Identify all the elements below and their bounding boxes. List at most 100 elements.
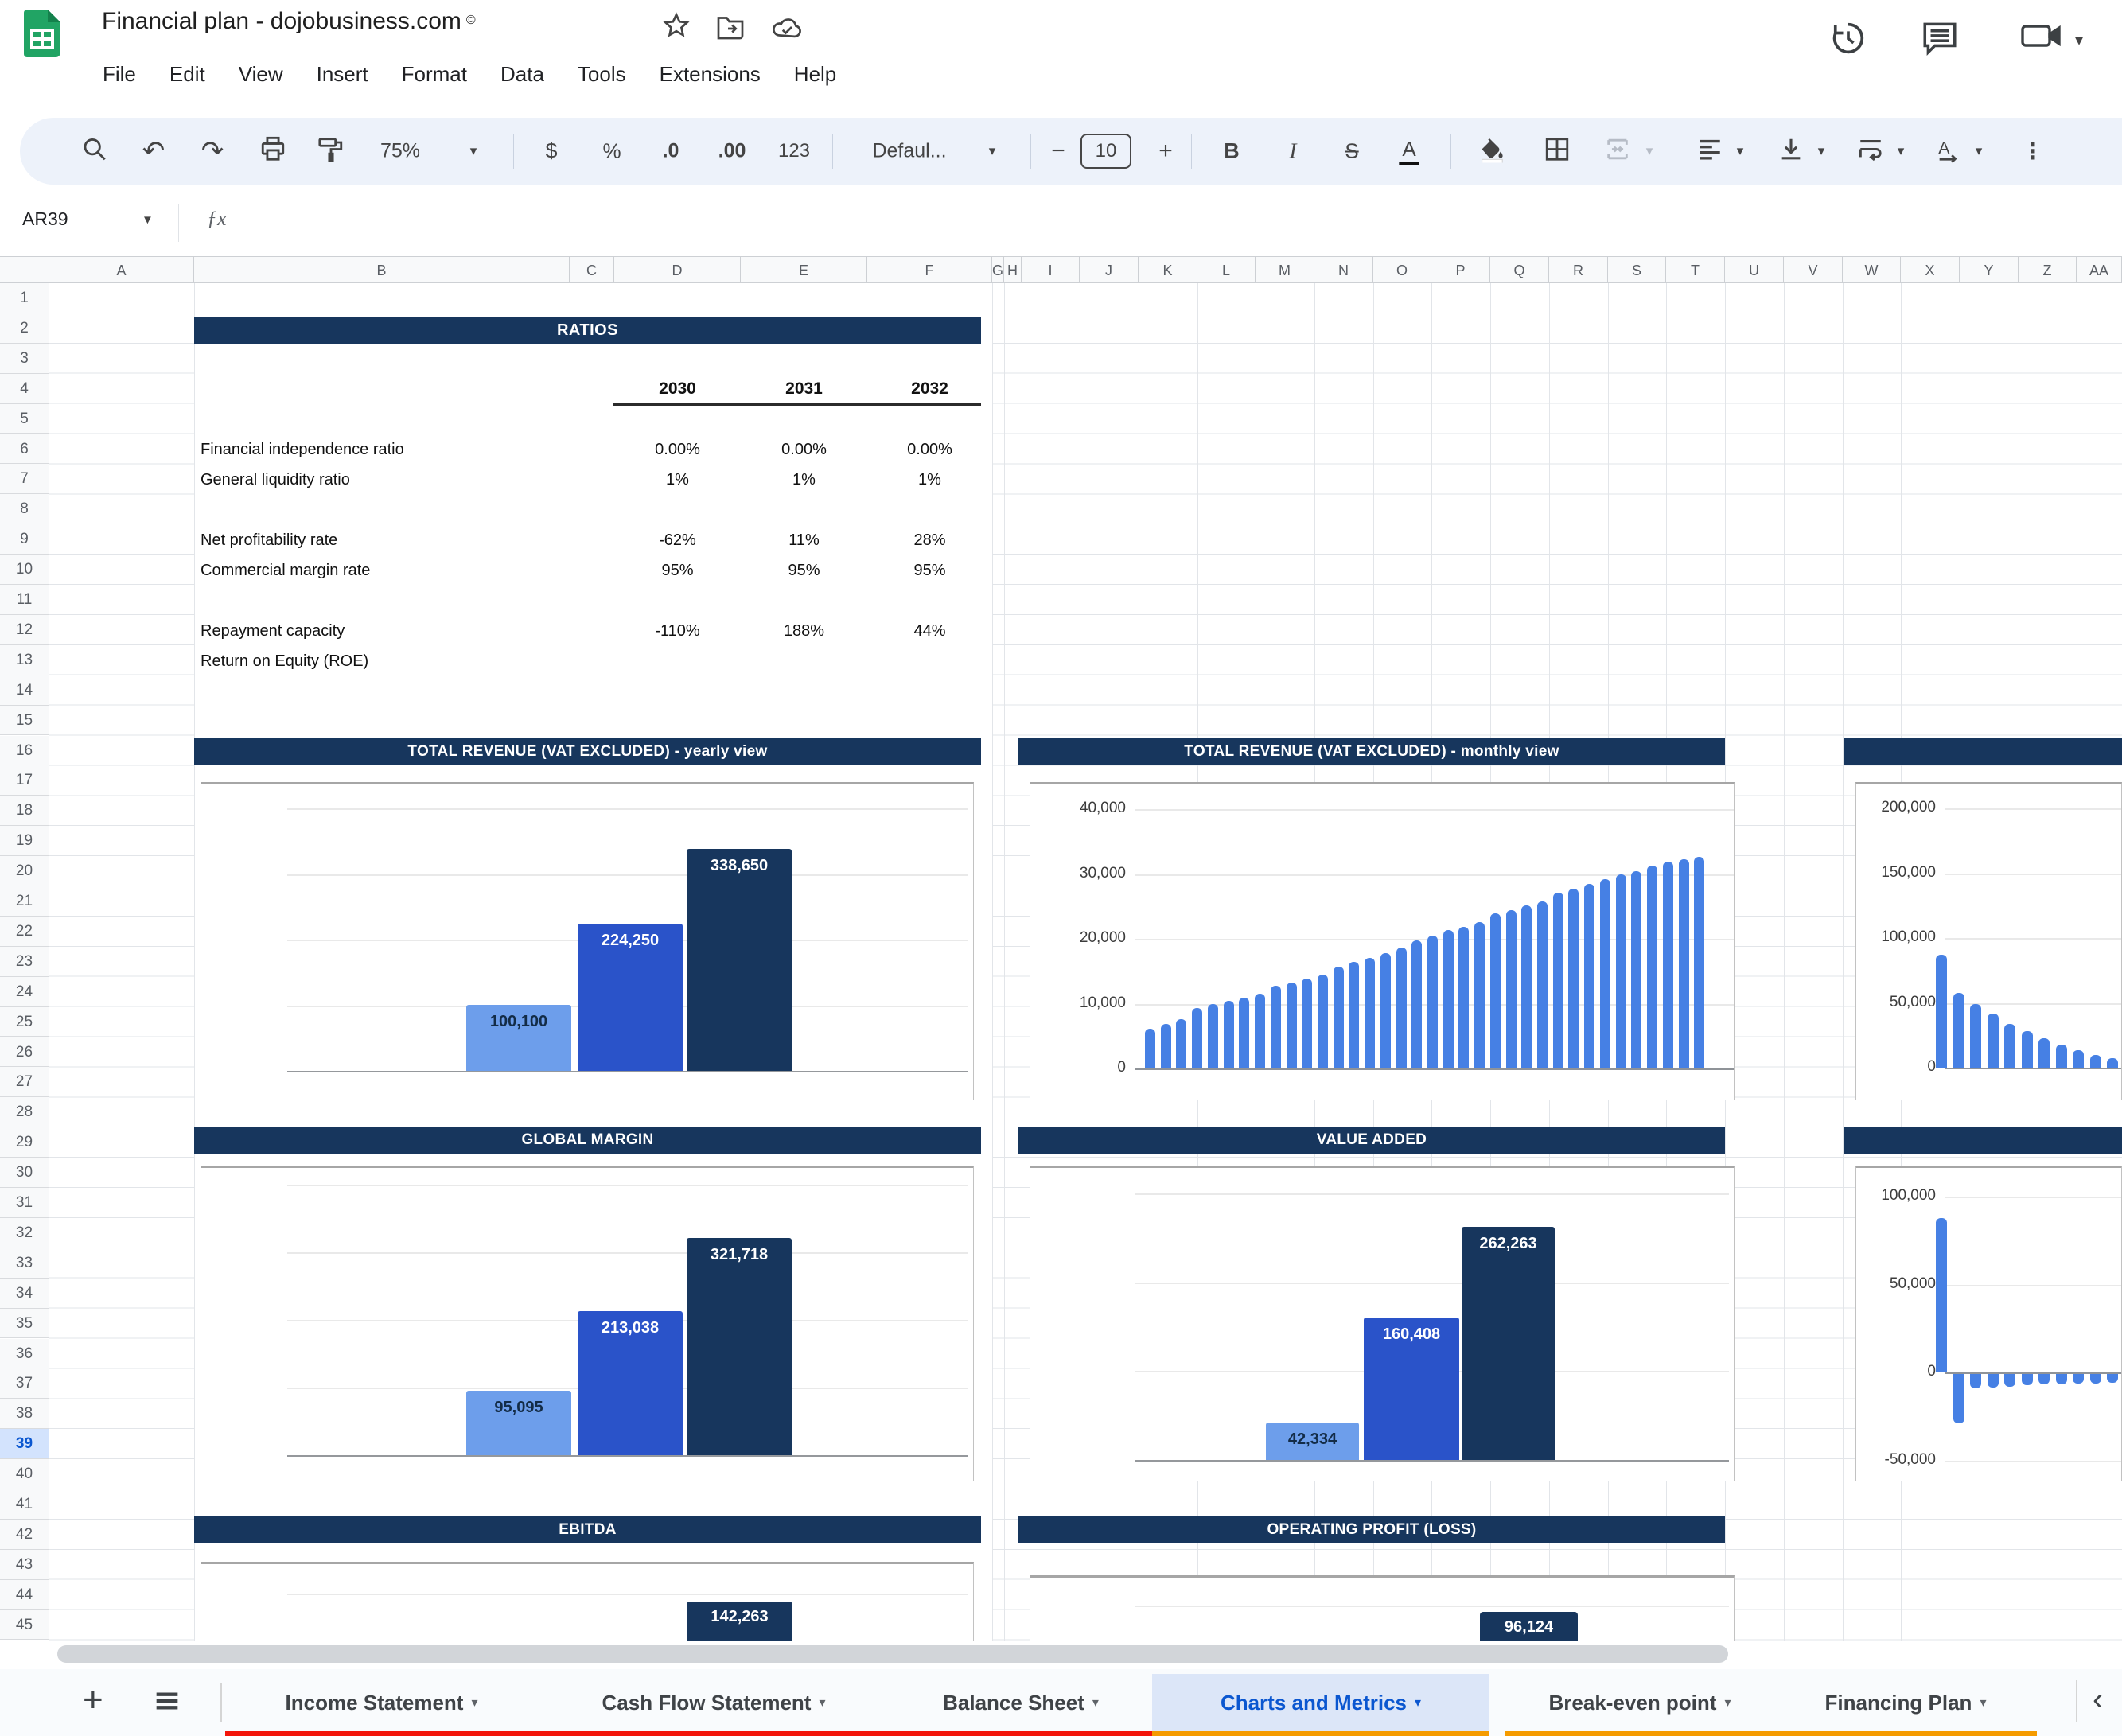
- column-header-T[interactable]: T: [1666, 256, 1725, 283]
- column-header-O[interactable]: O: [1373, 256, 1431, 283]
- row-header-43[interactable]: 43: [0, 1550, 49, 1580]
- chart-global_margin[interactable]: 95,095213,038321,718: [201, 1166, 974, 1481]
- row-header-14[interactable]: 14: [0, 675, 49, 706]
- row-header-9[interactable]: 9: [0, 524, 49, 555]
- column-header-M[interactable]: M: [1256, 256, 1314, 283]
- chart-total_revenue_monthly[interactable]: 40,00030,00020,00010,0000: [1030, 782, 1735, 1100]
- decrease-decimal-button[interactable]: .0: [663, 140, 679, 163]
- row-header-15[interactable]: 15: [0, 706, 49, 736]
- row-header-34[interactable]: 34: [0, 1279, 49, 1309]
- sheet-tab-balance-sheet[interactable]: Balance Sheet▾: [890, 1669, 1152, 1736]
- text-rotation-icon[interactable]: A: [1935, 136, 1962, 167]
- row-header-25[interactable]: 25: [0, 1007, 49, 1037]
- comments-icon[interactable]: [1920, 18, 1960, 61]
- increase-font-size-button[interactable]: +: [1158, 138, 1173, 165]
- column-header-X[interactable]: X: [1901, 256, 1960, 283]
- zoom-caret-icon[interactable]: ▾: [470, 143, 477, 159]
- video-call-icon[interactable]: [2021, 18, 2062, 58]
- sheet-tab-income-statement[interactable]: Income Statement▾: [225, 1669, 538, 1736]
- row-header-30[interactable]: 30: [0, 1158, 49, 1188]
- sheet-tab-caret-icon[interactable]: ▾: [819, 1695, 825, 1711]
- name-box[interactable]: AR39: [22, 208, 68, 230]
- column-header-U[interactable]: U: [1725, 256, 1784, 283]
- strikethrough-button[interactable]: S: [1345, 139, 1358, 164]
- row-header-45[interactable]: 45: [0, 1610, 49, 1641]
- menu-help[interactable]: Help: [777, 57, 853, 91]
- menu-extensions[interactable]: Extensions: [643, 57, 777, 91]
- text-wrap-icon[interactable]: [1857, 136, 1884, 167]
- row-header-24[interactable]: 24: [0, 977, 49, 1007]
- row-header-44[interactable]: 44: [0, 1580, 49, 1610]
- more-formats-button[interactable]: 123: [778, 140, 810, 162]
- more-toolbar-icon[interactable]: ⋮: [2022, 138, 2044, 165]
- menu-view[interactable]: View: [222, 57, 300, 91]
- text-color-button[interactable]: A: [1399, 137, 1419, 165]
- row-header-19[interactable]: 19: [0, 826, 49, 856]
- column-header-W[interactable]: W: [1843, 256, 1901, 283]
- column-header-J[interactable]: J: [1080, 256, 1139, 283]
- column-header-A[interactable]: A: [49, 256, 194, 283]
- chart-ebitda[interactable]: 142,263: [201, 1562, 974, 1641]
- chart-revenue_top_right[interactable]: 200,000150,000100,00050,0000: [1855, 782, 2122, 1100]
- column-header-L[interactable]: L: [1197, 256, 1256, 283]
- column-header-C[interactable]: C: [570, 256, 614, 283]
- bold-button[interactable]: B: [1224, 139, 1240, 164]
- sheet-tab-caret-icon[interactable]: ▾: [1415, 1695, 1421, 1711]
- row-header-13[interactable]: 13: [0, 645, 49, 675]
- row-header-41[interactable]: 41: [0, 1489, 49, 1520]
- column-header-N[interactable]: N: [1314, 256, 1373, 283]
- document-title[interactable]: Financial plan - dojobusiness.com: [102, 8, 461, 34]
- column-header-I[interactable]: I: [1022, 256, 1080, 283]
- column-header-H[interactable]: H: [1004, 256, 1022, 283]
- column-header-Z[interactable]: Z: [2019, 256, 2077, 283]
- row-header-37[interactable]: 37: [0, 1368, 49, 1399]
- sheet-tab-caret-icon[interactable]: ▾: [1724, 1695, 1731, 1711]
- sheets-logo-icon[interactable]: [24, 10, 60, 61]
- formula-input[interactable]: [255, 200, 2085, 245]
- font-size-input[interactable]: 10: [1080, 134, 1131, 169]
- all-sheets-icon[interactable]: [151, 1685, 183, 1721]
- row-header-11[interactable]: 11: [0, 585, 49, 615]
- row-header-36[interactable]: 36: [0, 1339, 49, 1369]
- decrease-font-size-button[interactable]: −: [1051, 138, 1065, 165]
- horizontal-align-icon[interactable]: [1696, 136, 1723, 167]
- italic-button[interactable]: I: [1290, 139, 1297, 164]
- version-history-icon[interactable]: [1828, 18, 1869, 63]
- cloud-saved-icon[interactable]: [770, 14, 804, 44]
- vertical-align-icon[interactable]: [1777, 136, 1805, 167]
- chart-value_added[interactable]: 42,334160,408262,263: [1030, 1166, 1735, 1481]
- menu-insert[interactable]: Insert: [300, 57, 385, 91]
- row-header-16[interactable]: 16: [0, 736, 49, 766]
- print-icon[interactable]: [259, 136, 286, 167]
- increase-decimal-button[interactable]: .00: [718, 140, 746, 163]
- column-header-Q[interactable]: Q: [1490, 256, 1549, 283]
- horizontal-scrollbar[interactable]: [57, 1645, 1728, 1663]
- undo-icon[interactable]: ↶: [142, 135, 165, 167]
- column-header-R[interactable]: R: [1549, 256, 1608, 283]
- row-header-17[interactable]: 17: [0, 765, 49, 796]
- format-percent-button[interactable]: %: [602, 139, 621, 164]
- row-header-20[interactable]: 20: [0, 856, 49, 886]
- row-header-33[interactable]: 33: [0, 1248, 49, 1279]
- redo-icon[interactable]: ↷: [201, 135, 224, 167]
- menu-edit[interactable]: Edit: [153, 57, 222, 91]
- column-header-P[interactable]: P: [1431, 256, 1490, 283]
- column-header-G[interactable]: G: [992, 256, 1004, 283]
- column-header-S[interactable]: S: [1608, 256, 1666, 283]
- row-header-5[interactable]: 5: [0, 404, 49, 434]
- row-header-3[interactable]: 3: [0, 344, 49, 374]
- font-caret-icon[interactable]: ▾: [989, 143, 996, 159]
- row-header-40[interactable]: 40: [0, 1459, 49, 1489]
- column-header-E[interactable]: E: [741, 256, 867, 283]
- merge-cells-caret-icon[interactable]: ▾: [1646, 143, 1653, 159]
- sheet-tab-caret-icon[interactable]: ▾: [1980, 1695, 1986, 1711]
- merge-cells-icon[interactable]: [1603, 136, 1632, 167]
- horizontal-align-caret-icon[interactable]: ▾: [1737, 143, 1744, 159]
- format-currency-button[interactable]: $: [545, 139, 557, 164]
- row-header-7[interactable]: 7: [0, 464, 49, 494]
- fill-color-icon[interactable]: [1478, 136, 1505, 167]
- row-header-35[interactable]: 35: [0, 1309, 49, 1339]
- tab-scroll-left-icon[interactable]: ‹: [2093, 1682, 2103, 1718]
- sheet-tab-financing-plan[interactable]: Financing Plan▾: [1774, 1669, 2037, 1736]
- name-box-caret-icon[interactable]: ▼: [142, 213, 154, 227]
